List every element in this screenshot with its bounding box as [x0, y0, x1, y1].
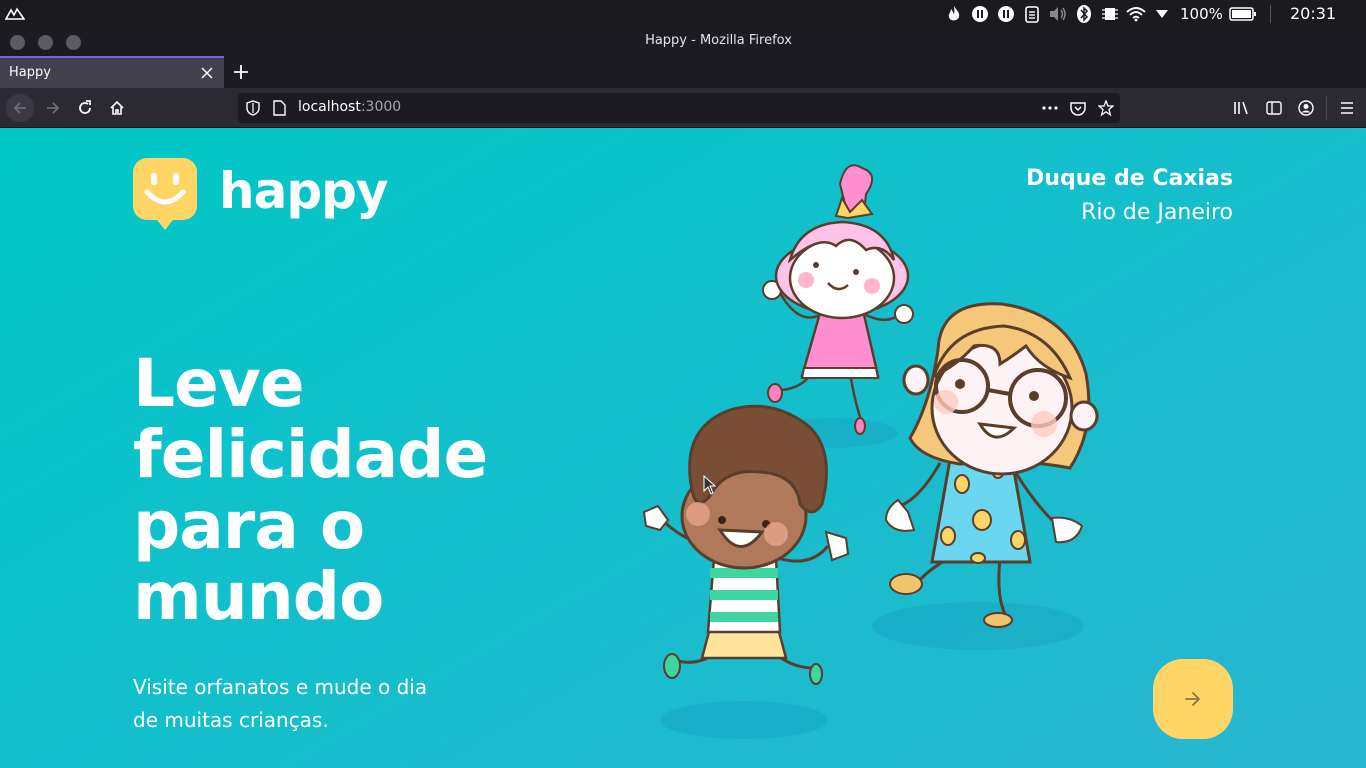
landing-page: happy Duque de Caxias Rio de Janeiro Lev…: [0, 128, 1366, 768]
pause-icon[interactable]: [970, 4, 990, 24]
bookmark-star-icon[interactable]: [1096, 98, 1116, 118]
pause-icon[interactable]: [996, 4, 1016, 24]
tab-title: Happy: [9, 65, 51, 80]
arrow-right-icon: [1185, 692, 1200, 706]
tab-strip: Happy: [0, 56, 1366, 88]
happy-logo-icon: [133, 158, 197, 230]
battery-icon[interactable]: [1229, 4, 1257, 24]
headline-line: felicidade: [133, 416, 488, 493]
headline-line: para o: [133, 487, 365, 564]
subheadline-line: de muitas crianças.: [133, 708, 329, 732]
tracking-shield-icon[interactable]: [246, 100, 260, 116]
navigation-toolbar: localhost:3000: [0, 88, 1366, 128]
close-icon[interactable]: [198, 64, 216, 82]
flame-icon[interactable]: [944, 4, 964, 24]
headline: Leve felicidade para o mundo: [133, 348, 513, 632]
url-host: localhost: [298, 99, 361, 115]
system-tray: 100%: [944, 4, 1257, 24]
clock[interactable]: 20:31: [1290, 4, 1336, 23]
home-icon: [110, 100, 124, 115]
bluetooth-icon[interactable]: [1074, 4, 1094, 24]
account-icon[interactable]: [1296, 98, 1316, 118]
reload-icon: [79, 100, 91, 114]
toolbar-separator: [1326, 96, 1327, 120]
url-text[interactable]: localhost:3000: [298, 99, 401, 115]
distro-logo-icon[interactable]: [5, 7, 25, 21]
subheadline: Visite orfanatos e mude o dia de muitas …: [133, 671, 473, 737]
kids-illustration: [642, 164, 1099, 739]
logo-wordmark: happy: [219, 162, 389, 220]
forward-button[interactable]: [39, 94, 67, 122]
arrow-right-icon: [47, 102, 60, 114]
home-button[interactable]: [103, 94, 131, 122]
url-bar[interactable]: localhost:3000: [238, 93, 1120, 123]
subheadline-line: Visite orfanatos e mude o dia: [133, 675, 428, 699]
clipboard-icon[interactable]: [1022, 4, 1042, 24]
url-port: :3000: [360, 99, 402, 115]
memory-icon[interactable]: [1100, 4, 1120, 24]
logo: happy: [133, 158, 389, 234]
hamburger-menu-icon[interactable]: [1337, 98, 1357, 118]
page-icon[interactable]: [273, 100, 286, 116]
panel-separator: [1270, 5, 1271, 23]
volume-muted-icon[interactable]: [1048, 4, 1068, 24]
headline-line: mundo: [133, 558, 384, 635]
headline-line: Leve: [133, 345, 305, 422]
new-tab-button[interactable]: [230, 61, 252, 83]
pocket-icon[interactable]: [1068, 98, 1088, 118]
back-button[interactable]: [6, 94, 34, 122]
wifi-icon[interactable]: [1126, 4, 1146, 24]
enter-app-button[interactable]: [1153, 659, 1233, 739]
window-titlebar: Happy - Mozilla Firefox: [0, 28, 1366, 56]
page-actions-icon[interactable]: [1040, 98, 1060, 118]
system-panel: 100% 20:31: [0, 0, 1366, 28]
sidebar-icon[interactable]: [1264, 98, 1284, 118]
plus-icon: [234, 65, 248, 79]
reload-button[interactable]: [71, 94, 99, 122]
library-icon[interactable]: [1232, 98, 1252, 118]
tab-happy[interactable]: Happy: [0, 56, 224, 88]
mouse-cursor-icon: [703, 475, 717, 495]
battery-percentage: 100%: [1180, 5, 1223, 23]
dropdown-triangle-icon[interactable]: [1152, 4, 1172, 24]
arrow-left-icon: [13, 102, 26, 114]
window-title: Happy - Mozilla Firefox: [645, 33, 792, 48]
